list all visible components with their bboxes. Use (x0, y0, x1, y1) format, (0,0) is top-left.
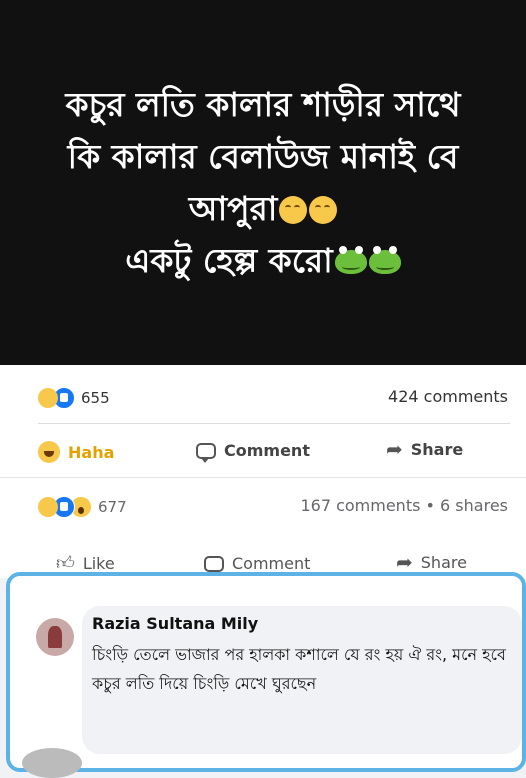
highlighted-comment: Razia Sultana Mily চিংড়ি তেলে ভাজার পর … (6, 572, 526, 772)
comment-button-2[interactable]: Comment (204, 554, 311, 576)
comment-icon (196, 442, 216, 463)
smiling-face-icon (279, 196, 308, 224)
reaction-summary-2[interactable]: 677 (38, 496, 127, 518)
haha-label: Haha (68, 442, 115, 462)
comments-shares-count[interactable]: 167 comments • 6 shares (300, 496, 508, 515)
share-button-2[interactable]: ➦ Share (396, 552, 467, 572)
smiling-face-icon (309, 196, 338, 224)
post-line-2: কি কালার বেলাউজ মানাই বে (67, 136, 459, 176)
comment-icon (204, 555, 224, 576)
haha-react-icon (38, 388, 58, 408)
shared-post-card: 677 167 comments • 6 shares 👍︎ Like Comm… (0, 477, 526, 578)
frog-face-icon (368, 246, 401, 274)
avatar[interactable] (36, 618, 74, 656)
comment-text: চিংড়ি তেলে ভাজার পর হালকা কশালে যে রং হ… (92, 645, 506, 693)
share-icon: ➦ (386, 437, 403, 461)
post-line-1: কচুর লতি কালার শাড়ীর সাথে (65, 84, 461, 124)
comment-label-2: Comment (232, 554, 311, 573)
thumbs-up-icon: 👍︎ (56, 552, 75, 574)
share-icon: ➦ (396, 550, 413, 574)
comments-count[interactable]: 424 comments (388, 387, 508, 406)
share-label: Share (410, 439, 464, 459)
comment-bubble: Razia Sultana Mily চিংড়ি তেলে ভাজার পর … (82, 606, 522, 754)
comment-author[interactable]: Razia Sultana Mily (92, 614, 258, 633)
divider (38, 423, 510, 424)
share-label-2: Share (420, 552, 467, 572)
reaction-count-2: 677 (98, 498, 127, 516)
haha-icon (38, 441, 60, 463)
post-line-4: একটু হেল্প করো (125, 235, 401, 287)
reaction-count: 655 (81, 389, 110, 407)
share-button[interactable]: ➦ Share (386, 439, 463, 459)
post-line-3: আপুরা (189, 183, 338, 235)
haha-button[interactable]: Haha (38, 441, 114, 463)
frog-face-icon (334, 246, 367, 274)
avatar[interactable] (22, 748, 82, 778)
haha-react-icon (38, 497, 58, 517)
comment-label: Comment (224, 441, 310, 460)
post-line-4-text: একটু হেল্প করো (125, 240, 333, 280)
reaction-summary[interactable]: 655 (38, 387, 110, 409)
like-label: Like (82, 554, 115, 573)
post-card: 655 424 comments Haha Comment ➦ Share (0, 365, 526, 477)
like-button[interactable]: 👍︎ Like (56, 554, 115, 573)
comment-button[interactable]: Comment (196, 441, 310, 463)
post-image: কচুর লতি কালার শাড়ীর সাথে কি কালার বেলা… (0, 0, 526, 365)
post-line-3-text: আপুরা (188, 188, 278, 228)
